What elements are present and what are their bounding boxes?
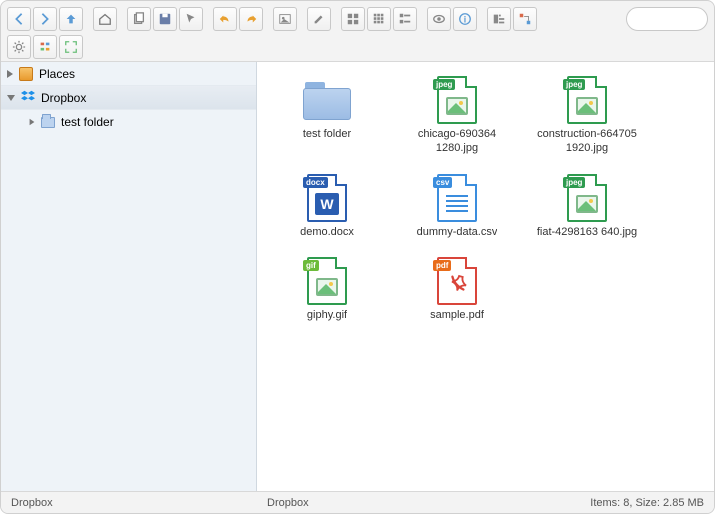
save-button[interactable] xyxy=(153,7,177,31)
edit-button[interactable] xyxy=(307,7,331,31)
dropbox-icon xyxy=(21,89,35,106)
svg-text:i: i xyxy=(464,15,466,25)
auto-arrange-button[interactable] xyxy=(513,7,537,31)
tree-item-test-folder[interactable]: test folder xyxy=(1,110,256,134)
preview-button[interactable] xyxy=(427,7,451,31)
expand-icon xyxy=(7,95,15,101)
nav-back-button[interactable] xyxy=(7,7,31,31)
view-list-button[interactable] xyxy=(393,7,417,31)
places-label: Places xyxy=(39,67,75,81)
copy-button[interactable] xyxy=(127,7,151,31)
select-button[interactable] xyxy=(179,7,203,31)
file-item[interactable]: jpeg construction-664705 1920.jpg xyxy=(527,72,647,160)
bookmarks-button[interactable] xyxy=(33,35,57,59)
sidebar: Places Dropbox test folder xyxy=(1,62,257,491)
view-small-icons-button[interactable] xyxy=(367,7,391,31)
file-label: giphy.gif xyxy=(307,309,347,323)
file-label: test folder xyxy=(303,128,351,142)
toolbar: i xyxy=(1,1,714,61)
home-button[interactable] xyxy=(93,7,117,31)
sidebar-item-dropbox[interactable]: Dropbox xyxy=(1,86,256,110)
image-button[interactable] xyxy=(273,7,297,31)
redo-button[interactable] xyxy=(239,7,263,31)
expand-icon xyxy=(7,70,13,78)
places-icon xyxy=(19,67,33,81)
nav-up-button[interactable] xyxy=(59,7,83,31)
view-large-icons-button[interactable] xyxy=(341,7,365,31)
status-left: Dropbox xyxy=(11,497,267,509)
status-bar: Dropbox Dropbox Items: 8, Size: 2.85 MB xyxy=(1,491,714,513)
file-item[interactable]: test folder xyxy=(267,72,387,160)
docx-file-icon: docxW xyxy=(307,174,347,222)
tree-item-label: test folder xyxy=(61,115,114,129)
file-item[interactable]: gif giphy.gif xyxy=(267,253,387,327)
search-input[interactable] xyxy=(626,7,708,31)
jpeg-file-icon: jpeg xyxy=(567,174,607,222)
file-item[interactable]: csv dummy-data.csv xyxy=(397,170,517,244)
file-manager-window: i Places Dropbox xyxy=(0,0,715,514)
file-item[interactable]: jpeg fiat-4298163 640.jpg xyxy=(527,170,647,244)
jpeg-file-icon: jpeg xyxy=(567,76,607,124)
undo-button[interactable] xyxy=(213,7,237,31)
file-item[interactable]: jpeg chicago-690364 1280.jpg xyxy=(397,72,517,160)
file-label: construction-664705 1920.jpg xyxy=(529,128,645,156)
file-label: demo.docx xyxy=(300,226,354,240)
file-item[interactable]: pdf sample.pdf xyxy=(397,253,517,327)
folder-icon xyxy=(303,80,351,120)
jpeg-file-icon: jpeg xyxy=(437,76,477,124)
file-grid: test folderjpegchicago-690364 1280.jpgjp… xyxy=(267,72,704,327)
sidebar-item-places[interactable]: Places xyxy=(1,62,256,86)
layout-toggle-button[interactable] xyxy=(487,7,511,31)
content-pane: test folderjpegchicago-690364 1280.jpgjp… xyxy=(257,62,714,491)
info-button[interactable]: i xyxy=(453,7,477,31)
settings-button[interactable] xyxy=(7,35,31,59)
dropbox-label: Dropbox xyxy=(41,91,86,105)
csv-file-icon: csv xyxy=(437,174,477,222)
file-label: sample.pdf xyxy=(430,309,484,323)
fullscreen-button[interactable] xyxy=(59,35,83,59)
status-right: Items: 8, Size: 2.85 MB xyxy=(590,497,704,509)
file-label: dummy-data.csv xyxy=(417,226,498,240)
status-mid: Dropbox xyxy=(267,497,590,509)
expand-icon xyxy=(30,119,35,125)
nav-forward-button[interactable] xyxy=(33,7,57,31)
file-item[interactable]: docxW demo.docx xyxy=(267,170,387,244)
gif-file-icon: gif xyxy=(307,257,347,305)
folder-icon xyxy=(41,117,55,128)
main-body: Places Dropbox test folder test folder jp… xyxy=(1,61,714,491)
pdf-file-icon: pdf xyxy=(437,257,477,305)
file-label: fiat-4298163 640.jpg xyxy=(537,226,637,240)
file-label: chicago-690364 1280.jpg xyxy=(399,128,515,156)
